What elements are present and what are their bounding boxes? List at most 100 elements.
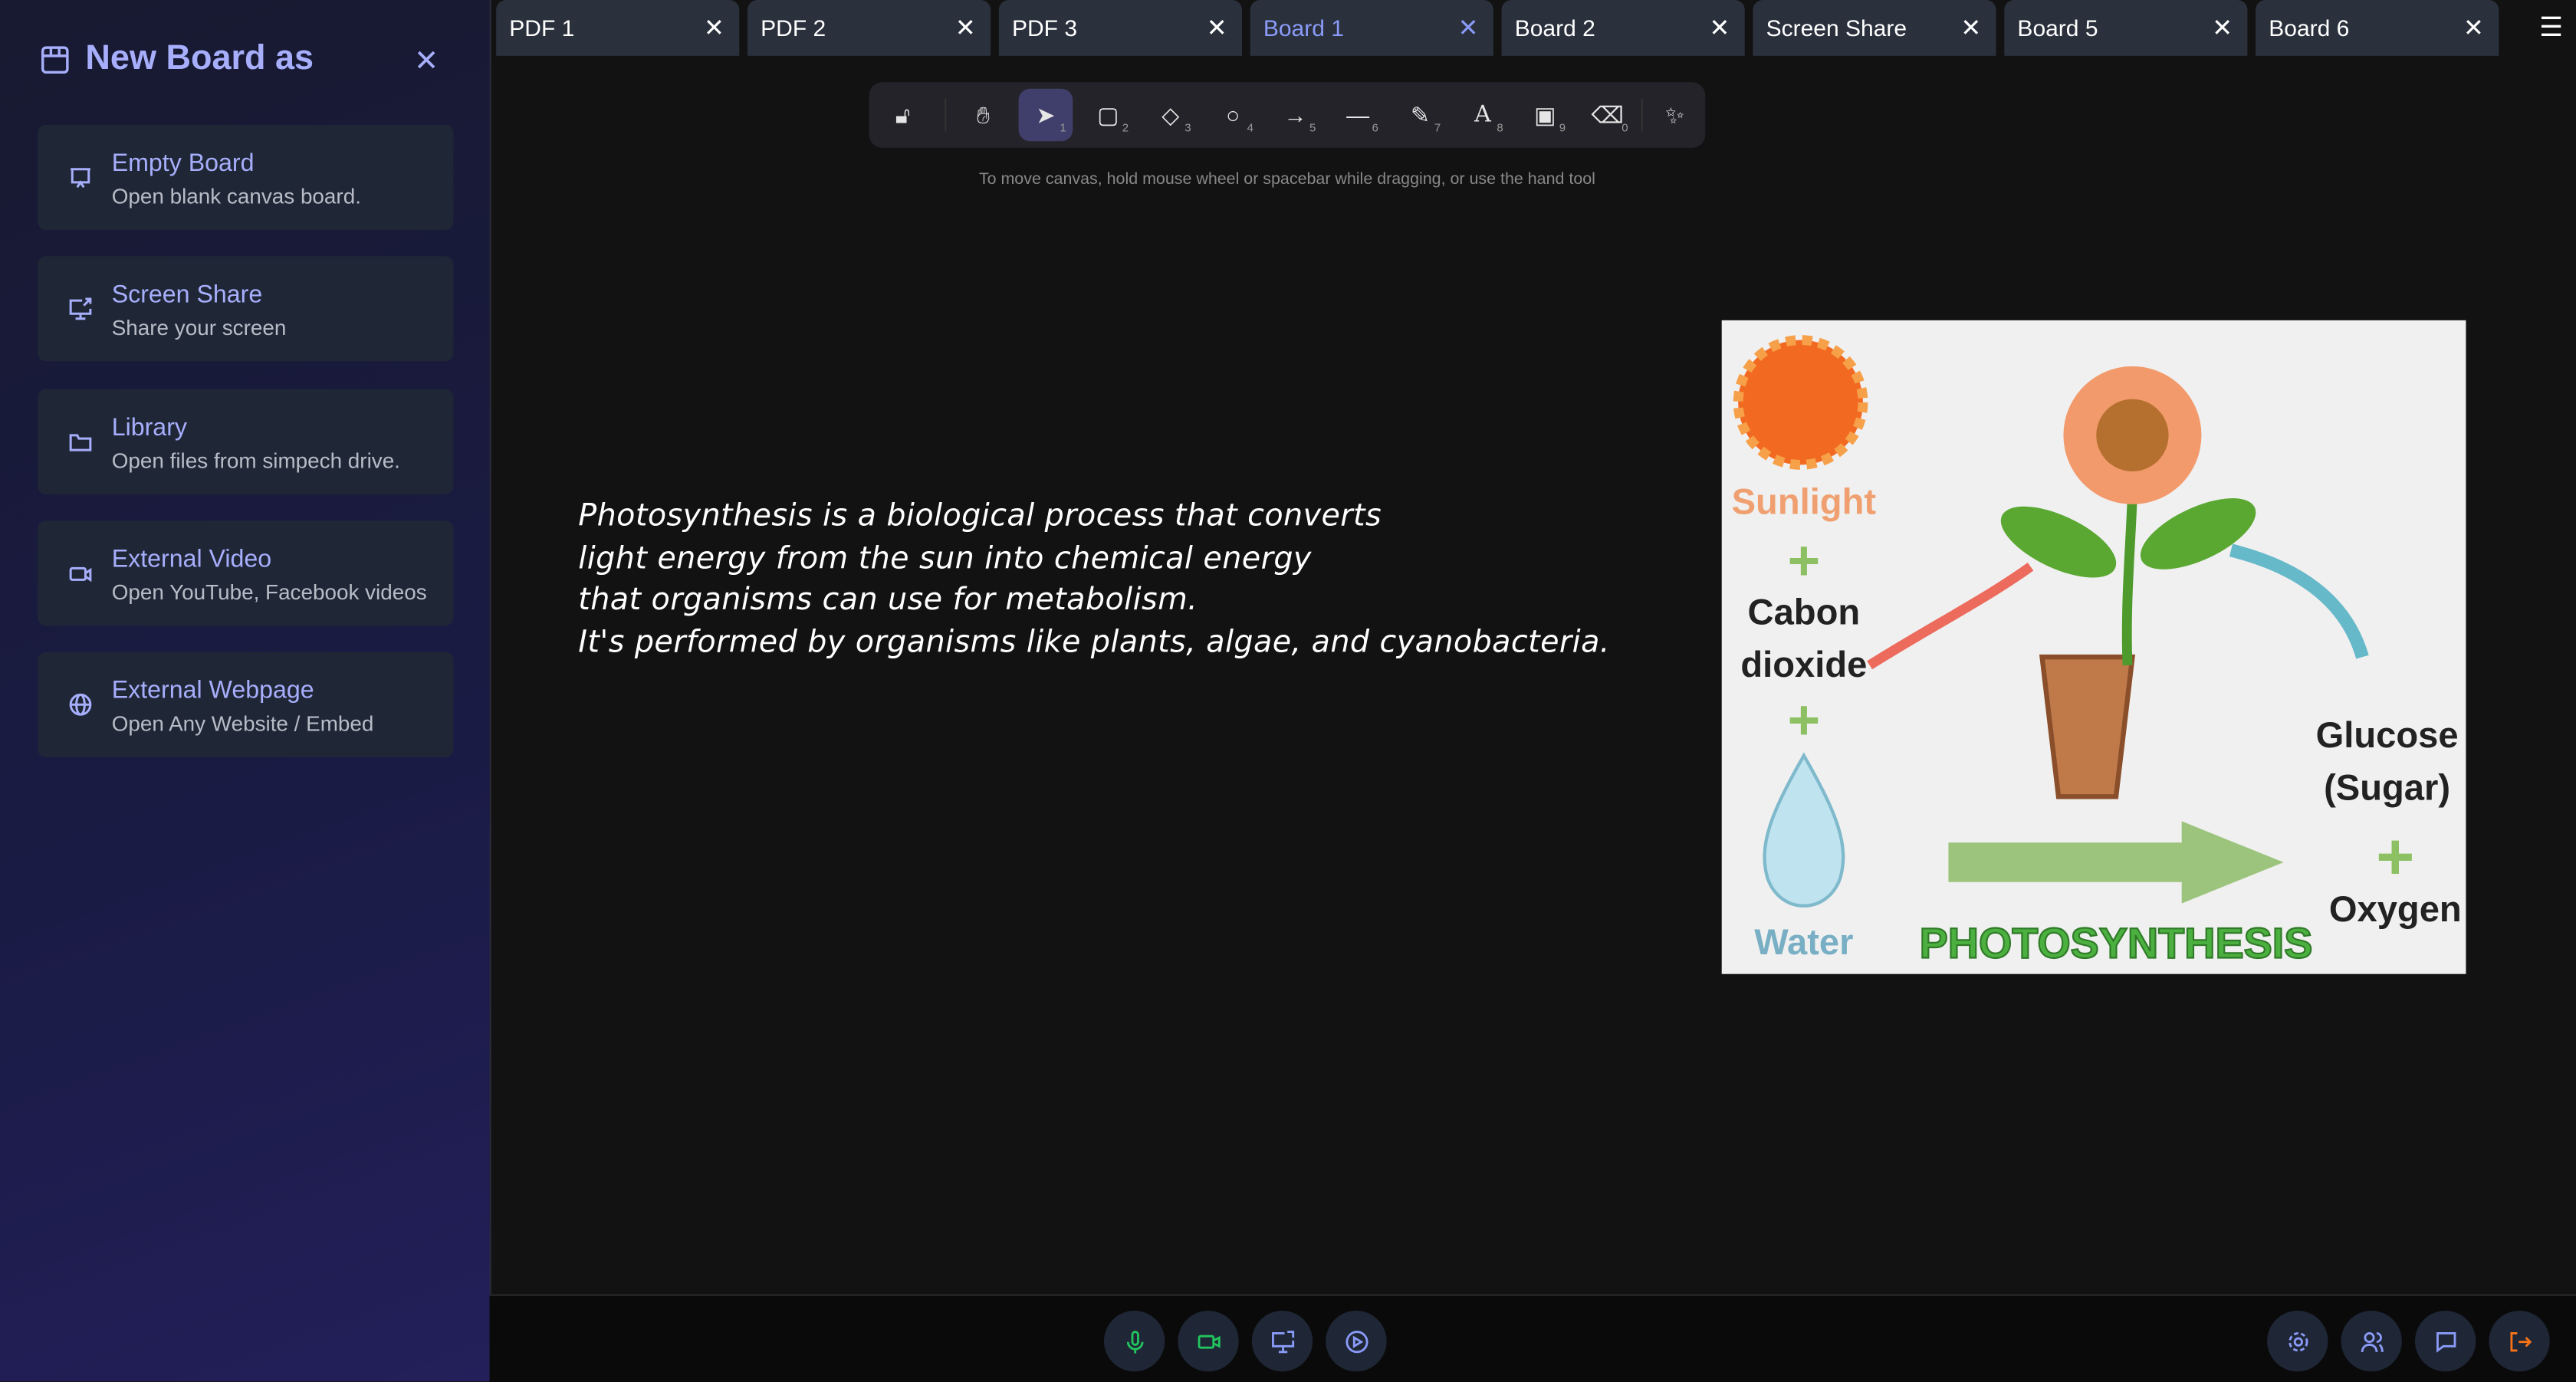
label-oxygen: Oxygen xyxy=(2329,888,2462,929)
tab-label: PDF 3 xyxy=(1012,15,1078,41)
shortcut: 2 xyxy=(1122,123,1129,135)
box-icon xyxy=(41,46,69,74)
label-sunlight: Sunlight xyxy=(1732,481,1877,522)
play-circle-icon xyxy=(1345,1330,1368,1353)
participants-button[interactable] xyxy=(2341,1311,2402,1372)
close-tab-icon[interactable]: ✕ xyxy=(1709,13,1730,42)
screen-share-icon xyxy=(1270,1330,1294,1353)
tab-board-5[interactable]: Board 5 ✕ xyxy=(2004,0,2248,56)
hand-icon: ✋︎ xyxy=(976,100,991,128)
option-screen-share[interactable]: Screen Share Share your screen xyxy=(38,256,454,362)
ellipse-icon: ○ xyxy=(1226,101,1240,129)
leave-button[interactable] xyxy=(2489,1311,2550,1372)
arrow-icon xyxy=(1948,821,2284,904)
settings-button[interactable] xyxy=(2267,1311,2328,1372)
tab-bar: PDF 1 ✕ PDF 2 ✕ PDF 3 ✕ Board 1 ✕ Board 2 ✕ S… xyxy=(496,0,2576,57)
close-tab-icon[interactable]: ✕ xyxy=(1207,13,1227,42)
photosynthesis-image[interactable]: Sunlight + Cabon dioxide + Water Glucose… xyxy=(1721,320,2466,974)
diamond-tool[interactable]: ◇ 3 xyxy=(1143,89,1198,142)
tab-board-1[interactable]: Board 1 ✕ xyxy=(1250,0,1493,56)
ellipse-tool[interactable]: ○ 4 xyxy=(1206,89,1260,142)
water-drop-icon xyxy=(1763,752,1845,908)
label-sugar: (Sugar) xyxy=(2324,767,2450,808)
canvas-hint: To move canvas, hold mouse wheel or spac… xyxy=(978,170,1595,189)
shortcut: 4 xyxy=(1247,123,1254,135)
option-desc: Open blank canvas board. xyxy=(111,184,361,209)
label-glucose: Glucose xyxy=(2316,714,2459,755)
image-tool[interactable]: ▣ 9 xyxy=(1518,89,1572,142)
label-water: Water xyxy=(1754,921,1853,962)
tab-screen-share[interactable]: Screen Share ✕ xyxy=(1753,0,1996,56)
tab-pdf-2[interactable]: PDF 2 ✕ xyxy=(747,0,991,56)
screen-share-icon xyxy=(69,297,92,320)
divider xyxy=(945,98,947,132)
folder-icon xyxy=(69,434,92,451)
label-co2: Cabon xyxy=(1748,591,1861,632)
line-tool[interactable]: —6 xyxy=(1331,89,1385,142)
svg-text:+: + xyxy=(1788,530,1821,592)
tab-label: Screen Share xyxy=(1766,15,1907,41)
option-title: Library xyxy=(111,414,187,442)
svg-text:+: + xyxy=(2376,819,2414,893)
close-tab-icon[interactable]: ✕ xyxy=(704,13,724,42)
pencil-tool[interactable]: ✎ 7 xyxy=(1393,89,1447,142)
selection-tool[interactable]: ➤ 1 xyxy=(1018,88,1073,142)
rectangle-tool[interactable]: ▢ 2 xyxy=(1081,89,1135,142)
microphone-button[interactable] xyxy=(1104,1311,1165,1372)
shortcut: 0 xyxy=(1622,123,1628,135)
option-external-webpage[interactable]: External Webpage Open Any Website / Embe… xyxy=(38,652,454,757)
close-tab-icon[interactable]: ✕ xyxy=(955,13,976,42)
pointer-icon: ➤ xyxy=(1036,100,1056,128)
tab-board-6[interactable]: Board 6 ✕ xyxy=(2256,0,2499,56)
option-desc: Share your screen xyxy=(111,315,287,340)
shortcut: 1 xyxy=(1060,123,1066,135)
rectangle-icon: ▢ xyxy=(1097,100,1119,128)
record-button[interactable] xyxy=(1326,1311,1387,1372)
camera-button[interactable] xyxy=(1178,1311,1239,1372)
panel-title: New Board as xyxy=(85,39,314,77)
text-icon: A xyxy=(1474,101,1491,129)
canvas-text[interactable]: Photosynthesis is a biological process t… xyxy=(578,496,1610,664)
option-title: Screen Share xyxy=(111,281,263,309)
unlock-icon: 🔓︎ xyxy=(895,100,911,128)
lock-tool[interactable]: 🔓︎ xyxy=(876,89,930,142)
close-tab-icon[interactable]: ✕ xyxy=(1458,13,1479,42)
shortcut: 7 xyxy=(1434,123,1441,135)
video-icon xyxy=(1197,1334,1220,1348)
tab-label: PDF 1 xyxy=(509,15,575,41)
close-tab-icon[interactable]: ✕ xyxy=(1960,13,1981,42)
microphone-icon xyxy=(1125,1330,1143,1353)
tab-label: Board 5 xyxy=(2017,15,2098,41)
sun-icon xyxy=(1733,335,1868,470)
arrow-tool[interactable]: → 5 xyxy=(1268,89,1322,142)
gear-icon xyxy=(2288,1331,2308,1351)
text-tool[interactable]: A8 xyxy=(1456,89,1510,142)
close-tab-icon[interactable]: ✕ xyxy=(2463,13,2484,42)
tab-board-2[interactable]: Board 2 ✕ xyxy=(1501,0,1745,56)
option-library[interactable]: Library Open files from simpech drive. xyxy=(38,389,454,494)
option-title: External Webpage xyxy=(111,676,314,705)
tab-pdf-3[interactable]: PDF 3 ✕ xyxy=(998,0,1242,56)
line-icon: — xyxy=(1346,101,1370,129)
option-title: Empty Board xyxy=(111,149,255,178)
option-desc: Open Any Website / Embed xyxy=(111,711,374,736)
tab-pdf-1[interactable]: PDF 1 ✕ xyxy=(496,0,740,56)
eraser-tool[interactable]: ⌫ 0 xyxy=(1580,89,1635,142)
label-photosynthesis: PHOTOSYNTHESIS xyxy=(1920,919,2313,967)
pencil-icon: ✎ xyxy=(1410,100,1431,128)
option-empty-board[interactable]: Empty Board Open blank canvas board. xyxy=(38,124,454,230)
option-external-video[interactable]: External Video Open YouTube, Facebook vi… xyxy=(38,520,454,626)
chat-button[interactable] xyxy=(2415,1311,2476,1372)
tab-label: Board 6 xyxy=(2269,15,2350,41)
shortcut: 3 xyxy=(1184,123,1191,135)
close-panel-button[interactable]: ✕ xyxy=(414,44,439,79)
option-desc: Open files from simpech drive. xyxy=(111,448,400,474)
shortcut: 9 xyxy=(1559,123,1566,135)
hand-tool[interactable]: ✋︎ xyxy=(956,89,1010,142)
close-tab-icon[interactable]: ✕ xyxy=(2212,13,2233,42)
magic-tool[interactable]: ✨︎ xyxy=(1648,89,1702,142)
image-icon: ▣ xyxy=(1534,100,1556,128)
screen-share-button[interactable] xyxy=(1251,1311,1313,1372)
menu-icon[interactable]: ☰ xyxy=(2539,11,2563,44)
option-desc: Open YouTube, Facebook videos xyxy=(111,579,427,605)
